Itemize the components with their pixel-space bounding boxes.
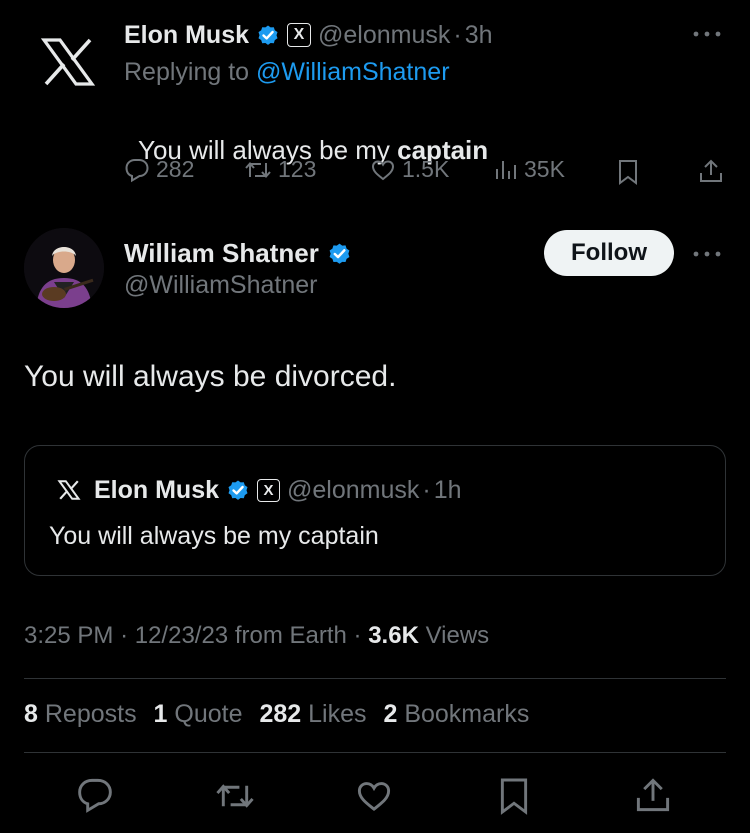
quotes-stat[interactable]: 1 Quote (154, 700, 243, 728)
repost-button[interactable] (214, 777, 256, 815)
reply-likes-count: 1.5K (402, 156, 450, 182)
meta-dot: · (353, 622, 362, 649)
views-icon (496, 160, 516, 179)
share-button[interactable] (634, 776, 672, 814)
replying-to-link[interactable]: @WilliamShatner (256, 58, 449, 86)
repost-icon (216, 784, 254, 808)
quotes-count: 1 (153, 700, 168, 728)
like-button[interactable] (355, 777, 393, 815)
share-icon (700, 159, 722, 182)
x-logo-icon (57, 480, 81, 500)
x-logo-icon (40, 38, 96, 86)
affiliate-x-badge-icon: X (257, 478, 281, 502)
tweet-date[interactable]: 12/23/23 (135, 622, 228, 649)
reply-replies-button[interactable]: 282 (124, 156, 194, 183)
quote-author-row: Elon Musk X @elonmusk · 1h (57, 474, 462, 506)
tweet-meta: 3:25 PM · 12/23/23 from Earth · 3.6K Vie… (24, 622, 489, 650)
avatar-photo (24, 228, 104, 308)
engagement-stats: 8 Reposts 1 Quote 282 Likes 2 Bookmarks (24, 700, 529, 729)
quote-text: You will always be my captain (49, 522, 379, 550)
quote-time-separator: · (422, 475, 431, 504)
bookmarks-label: Bookmarks (404, 700, 530, 728)
bookmarks-count: 2 (383, 700, 398, 728)
tweet-time[interactable]: 3:25 PM (24, 622, 113, 649)
follow-button-label: Follow (571, 239, 647, 266)
main-more-button[interactable] (692, 246, 722, 262)
verified-icon (228, 480, 248, 500)
share-icon (636, 778, 670, 812)
likes-count: 282 (259, 700, 302, 728)
quotes-label: Quote (174, 700, 243, 728)
reply-reposts-count: 123 (278, 156, 317, 182)
reply-bookmark-button[interactable] (617, 159, 639, 185)
reply-share-button[interactable] (698, 158, 724, 184)
repost-icon (245, 161, 271, 178)
reply-icon (78, 778, 112, 813)
replying-to-prefix: Replying to (124, 58, 250, 86)
reply-views-button[interactable]: 35K (494, 156, 565, 183)
views-count: 3.6K (368, 622, 419, 649)
more-icon (693, 251, 721, 257)
likes-stat[interactable]: 282 Likes (259, 700, 366, 728)
bookmarks-stat[interactable]: 2 Bookmarks (383, 700, 529, 728)
reply-button[interactable] (76, 776, 114, 814)
reply-time[interactable]: 3h (465, 21, 493, 50)
main-handle[interactable]: @WilliamShatner (124, 271, 317, 300)
reply-icon (125, 158, 149, 182)
main-author-name[interactable]: William Shatner (124, 238, 319, 269)
bookmark-icon (500, 778, 528, 815)
replying-to-line: Replying to @WilliamShatner (124, 58, 450, 87)
reply-replies-count: 282 (156, 156, 195, 182)
divider (24, 752, 726, 753)
affiliate-x-badge-icon: X (287, 23, 312, 47)
verified-icon (329, 243, 350, 264)
reply-more-button[interactable] (692, 26, 722, 42)
like-icon (357, 782, 391, 812)
main-tweet-text: You will always be divorced. (24, 360, 397, 393)
verified-icon (258, 25, 278, 45)
views-label: Views (425, 622, 490, 649)
reply-views-count: 35K (524, 156, 565, 182)
reply-time-separator: · (453, 20, 462, 49)
quoted-tweet-card[interactable]: Elon Musk X @elonmusk · 1h You will alwa… (24, 445, 726, 576)
bookmark-icon (619, 160, 637, 185)
quote-handle: @elonmusk (287, 475, 420, 504)
quote-time: 1h (433, 475, 462, 504)
bookmark-button[interactable] (498, 777, 530, 815)
reposts-label: Reposts (44, 700, 137, 728)
reply-author-name[interactable]: Elon Musk (124, 21, 249, 50)
quote-author-name: Elon Musk (94, 475, 220, 504)
main-author-row: William Shatner (124, 236, 352, 270)
follow-button[interactable]: Follow (544, 230, 674, 276)
divider (24, 678, 726, 679)
like-icon (371, 159, 395, 180)
reply-author-row: Elon Musk X @elonmusk · 3h (124, 18, 493, 52)
more-icon (693, 31, 721, 37)
meta-dot: · (120, 622, 129, 649)
x-logo-avatar[interactable] (38, 36, 98, 88)
tweet-source: from Earth (234, 622, 347, 649)
avatar[interactable] (24, 228, 104, 308)
reply-handle[interactable]: @elonmusk (318, 21, 450, 50)
likes-label: Likes (308, 700, 367, 728)
reply-likes-button[interactable]: 1.5K (370, 156, 449, 183)
reposts-stat[interactable]: 8 Reposts (24, 700, 137, 728)
reposts-count: 8 (24, 700, 38, 728)
reply-reposts-button[interactable]: 123 (244, 156, 316, 183)
